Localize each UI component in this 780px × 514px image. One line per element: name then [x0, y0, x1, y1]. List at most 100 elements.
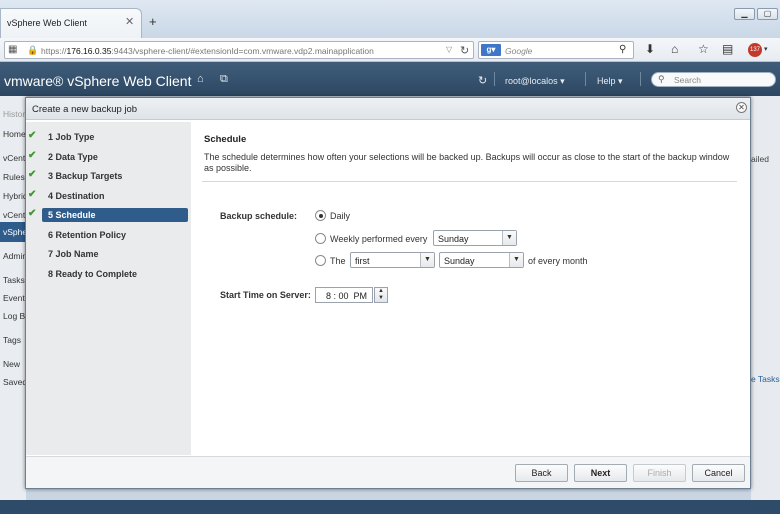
cancel-button[interactable]: Cancel — [692, 464, 745, 482]
section-description: The schedule determines how often your s… — [204, 152, 730, 173]
start-time-input[interactable]: 8 : 00 PM — [315, 287, 373, 303]
bg-nav-item[interactable]: New — [0, 354, 26, 374]
bg-nav-item[interactable]: Events — [0, 288, 26, 308]
start-time-label: Start Time on Server: — [220, 290, 311, 300]
monthly-radio[interactable] — [315, 255, 326, 266]
next-button[interactable]: Next — [574, 464, 627, 482]
monthly-day-value: Sunday — [444, 256, 475, 266]
app-header: vmware® vSphere Web Client ⌂ ⧉ ↻ root@lo… — [0, 62, 780, 96]
step-label: 3 Backup Targets — [48, 171, 123, 181]
chevron-down-icon: ▼ — [502, 231, 516, 245]
url-text: https://176.16.0.35:9443/vsphere-client/… — [41, 46, 374, 56]
dropdown-arrow-icon[interactable]: ▽ — [446, 45, 452, 54]
step-backup-targets[interactable]: ✔ 3 Backup Targets — [28, 169, 188, 183]
browser-tab[interactable]: vSphere Web Client ✕ — [0, 8, 142, 38]
bg-nav-item[interactable]: Saved — [0, 372, 26, 392]
refresh-icon[interactable]: ↻ — [478, 74, 487, 87]
history-label: History — [3, 109, 26, 119]
weekly-radio[interactable] — [315, 233, 326, 244]
bookmark-star-icon[interactable]: ☆ — [698, 42, 709, 56]
divider — [585, 72, 586, 86]
close-tab-icon[interactable]: ✕ — [125, 15, 134, 28]
download-icon[interactable]: ⬇ — [645, 42, 655, 56]
chevron-down-icon: ▼ — [509, 253, 523, 267]
bg-nav-item[interactable]: Tags — [0, 330, 26, 350]
step-label: 6 Retention Policy — [48, 230, 127, 240]
minimize-window-button[interactable]: ▁ — [734, 8, 755, 20]
weekly-day-value: Sunday — [438, 234, 469, 244]
chevron-down-icon[interactable]: ▾ — [764, 45, 768, 53]
addon-badge-icon[interactable]: 137 — [748, 43, 762, 57]
section-title: Schedule — [204, 134, 247, 145]
step-schedule[interactable]: ✔ 5 Schedule — [28, 208, 188, 222]
new-tab-button[interactable]: + — [149, 14, 157, 29]
bg-nav-item[interactable]: Rules — [0, 167, 26, 187]
of-every-month-label: of every month — [528, 256, 588, 266]
step-destination[interactable]: ✔ 4 Destination — [28, 189, 188, 203]
checkmark-icon: ✔ — [28, 208, 37, 219]
finish-button[interactable]: Finish — [633, 464, 686, 482]
step-job-name[interactable]: 7 Job Name — [42, 247, 188, 261]
checkmark-icon: ✔ — [28, 169, 37, 180]
bg-tasks-link[interactable]: e Tasks — [751, 374, 780, 384]
dialog-header: Create a new backup job ✕ — [26, 98, 750, 120]
step-label: 4 Destination — [48, 191, 105, 201]
google-engine-icon[interactable]: g▾ — [481, 44, 501, 56]
start-time-value: 8 : 00 PM — [326, 291, 368, 301]
bg-nav-item-active[interactable]: vSphere — [0, 222, 26, 242]
app-search-placeholder: Search — [674, 75, 701, 85]
step-retention-policy[interactable]: 6 Retention Policy — [42, 228, 188, 242]
checkmark-icon: ✔ — [28, 150, 37, 161]
browser-search-bar[interactable]: g▾ Google ⚲ — [478, 41, 634, 59]
bg-nav-item[interactable]: Hybrid — [0, 186, 26, 206]
monthly-ordinal-select[interactable]: first ▼ — [350, 252, 435, 268]
weekly-day-select[interactable]: Sunday ▼ — [433, 230, 517, 246]
chevron-down-icon: ▼ — [420, 253, 434, 267]
browser-tab-title: vSphere Web Client — [7, 18, 87, 28]
search-icon[interactable]: ⚲ — [619, 44, 626, 55]
create-backup-job-dialog: Create a new backup job ✕ ✔ 1 Job Type ✔… — [25, 97, 751, 489]
checkmark-icon: ✔ — [28, 130, 37, 141]
home-icon[interactable]: ⌂ — [671, 42, 678, 56]
monthly-ordinal-value: first — [355, 256, 370, 266]
search-icon: ⚲ — [658, 74, 665, 84]
background-right-panel: ailed e Tasks — [751, 96, 780, 500]
search-engine-label: Google — [505, 46, 533, 56]
step-job-type[interactable]: ✔ 1 Job Type — [28, 130, 188, 144]
step-label: 7 Job Name — [48, 249, 99, 259]
refresh-views-icon[interactable]: ⧉ — [220, 73, 228, 86]
close-icon[interactable]: ✕ — [736, 102, 747, 113]
monthly-day-select[interactable]: Sunday ▼ — [439, 252, 524, 268]
home-icon[interactable]: ⌂ — [197, 73, 204, 85]
monthly-label[interactable]: The — [330, 256, 346, 266]
bookmarks-menu-icon[interactable]: ▤ — [722, 42, 733, 56]
user-menu[interactable]: root@localos ▾ — [505, 76, 565, 87]
app-title: vmware® vSphere Web Client — [4, 73, 192, 89]
app-search-input[interactable]: ⚲ Search — [651, 72, 776, 87]
daily-radio[interactable] — [315, 210, 326, 221]
start-time-stepper[interactable]: ▲ ▼ — [374, 287, 388, 303]
lock-icon: 🔒 — [27, 45, 39, 55]
reload-icon[interactable]: ↻ — [460, 44, 469, 57]
back-button[interactable]: Back — [515, 464, 568, 482]
weekly-label[interactable]: Weekly performed every — [330, 234, 427, 244]
step-data-type[interactable]: ✔ 2 Data Type — [28, 150, 188, 164]
bg-nav-item[interactable]: Home — [0, 124, 26, 144]
divider — [640, 72, 641, 86]
bg-nav-item[interactable]: Tasks — [0, 270, 26, 290]
daily-label[interactable]: Daily — [330, 211, 350, 221]
dialog-footer: Back Next Finish Cancel — [26, 456, 750, 488]
bg-nav-item[interactable]: vCenter — [0, 148, 26, 168]
maximize-window-button[interactable]: ▢ — [757, 8, 778, 20]
browser-tabstrip: vSphere Web Client ✕ + ▁ ▢ — [0, 0, 780, 38]
browser-navbar: ▦ 🔒 https://176.16.0.35:9443/vsphere-cli… — [0, 38, 780, 62]
help-menu[interactable]: Help ▾ — [597, 76, 623, 87]
step-ready-to-complete[interactable]: 8 Ready to Complete — [42, 267, 188, 281]
divider — [494, 72, 495, 86]
bg-nav-item[interactable]: Log B — [0, 306, 26, 326]
wizard-steps: ✔ 1 Job Type ✔ 2 Data Type ✔ 3 Backup Ta… — [26, 122, 191, 455]
bg-nav-item[interactable]: Admin — [0, 246, 26, 266]
step-label: 2 Data Type — [48, 152, 98, 162]
page-info-icon[interactable]: ▦ — [8, 44, 17, 55]
url-bar[interactable]: ▦ 🔒 https://176.16.0.35:9443/vsphere-cli… — [4, 41, 474, 59]
